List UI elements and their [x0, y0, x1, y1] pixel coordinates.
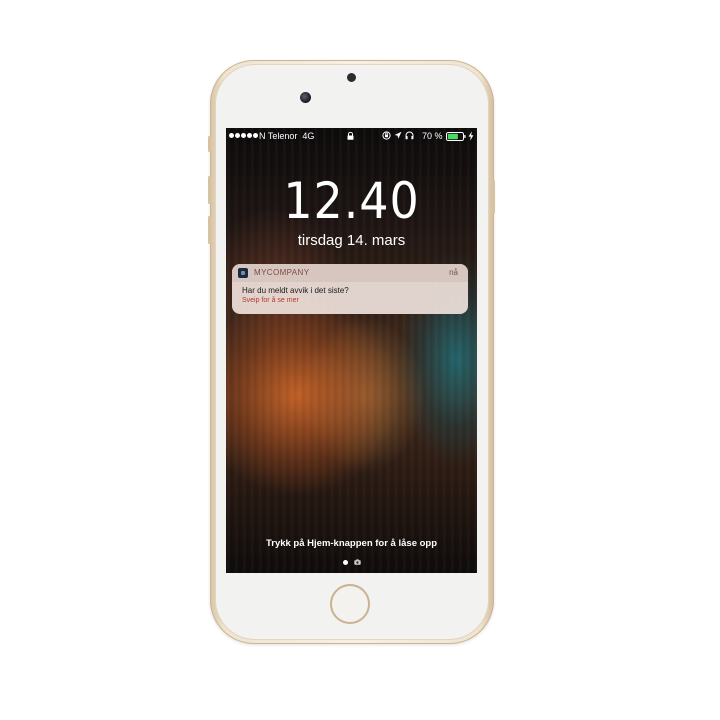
page-indicator[interactable] [226, 559, 477, 565]
rotation-lock-icon [382, 131, 391, 140]
notification-banner[interactable]: MYCOMPANY nå Har du meldt avvik i det si… [232, 264, 468, 314]
carrier-name: N Telenor [259, 131, 298, 141]
lock-screen: N Telenor 4G 70 % 12.40 tirsdag 14. mars… [226, 128, 477, 573]
home-button[interactable] [330, 584, 370, 624]
power-button[interactable] [492, 180, 495, 214]
location-arrow-icon [394, 131, 402, 139]
charging-bolt-icon [468, 131, 474, 141]
volume-down-button[interactable] [208, 216, 211, 244]
lock-screen-time: 12.40 [283, 172, 420, 230]
lock-screen-date: tirsdag 14. mars [297, 232, 406, 249]
battery-percentage: 70 % [422, 131, 443, 141]
stage: N Telenor 4G 70 % 12.40 tirsdag 14. mars… [0, 0, 720, 720]
headphones-icon [405, 131, 414, 140]
volume-up-button[interactable] [208, 176, 211, 204]
status-bar: N Telenor 4G 70 % [226, 128, 477, 144]
notification-title: Har du meldt avvik i det siste? [242, 286, 349, 295]
notification-header: MYCOMPANY nå [232, 264, 468, 282]
signal-strength-icon [229, 133, 258, 138]
notification-time: nå [449, 268, 458, 277]
camera-icon[interactable] [353, 559, 361, 565]
front-camera [300, 92, 311, 103]
notification-app-name: MYCOMPANY [254, 268, 310, 277]
carrier-network: N Telenor 4G [259, 128, 314, 144]
unlock-hint: Trykk på Hjem-knappen for å låse opp [265, 538, 438, 549]
earpiece-speaker [347, 73, 356, 82]
page-dot [342, 559, 348, 565]
lock-icon [347, 132, 354, 140]
status-icons [382, 131, 414, 140]
mute-switch[interactable] [208, 136, 211, 152]
battery-icon [446, 132, 466, 141]
notification-subtitle: Sveip for å se mer [242, 297, 299, 304]
app-icon [238, 268, 248, 278]
network-type: 4G [302, 131, 315, 141]
